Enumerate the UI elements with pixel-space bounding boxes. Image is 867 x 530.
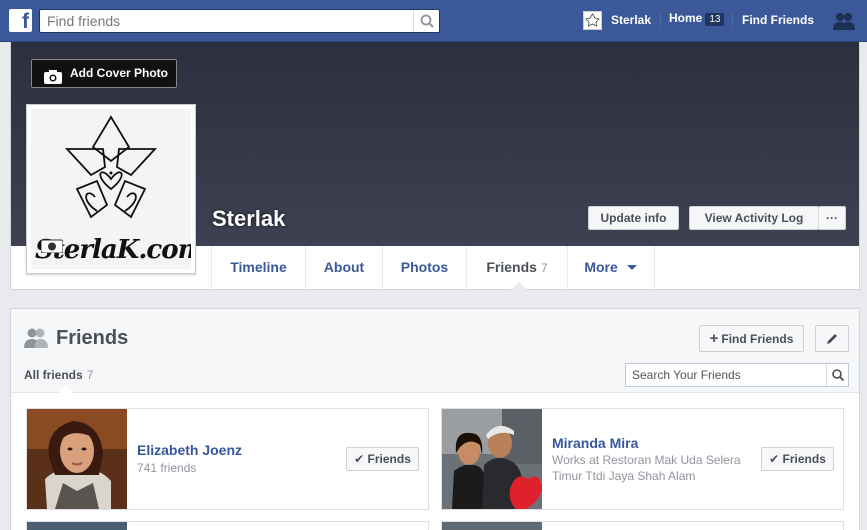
flower-logo-icon [64, 115, 158, 219]
nav-home-label: Home [669, 11, 703, 25]
all-friends-indicator [59, 386, 73, 393]
facebook-logo-icon[interactable]: f [9, 9, 32, 32]
nav-profile-link[interactable]: Sterlak [611, 13, 651, 27]
search-box [39, 9, 440, 33]
tab-friends-count: 7 [540, 261, 548, 275]
checkmark-icon: ✔ [354, 452, 365, 466]
tab-more[interactable]: More [567, 246, 655, 290]
friends-status-label: Friends [782, 452, 826, 466]
friends-icon [23, 327, 49, 354]
nav-separator [660, 12, 661, 30]
all-friends-tab[interactable]: All friends 7 [24, 368, 93, 382]
friend-card [441, 521, 844, 530]
friend-workplace: Works at Restoran Mak Uda Selera Timur T… [552, 452, 741, 484]
profile-picture-image: SterlaK.com [31, 109, 191, 269]
profile-name[interactable]: Sterlak [212, 206, 285, 232]
friend-photo[interactable] [27, 409, 127, 509]
search-friends-input[interactable] [626, 364, 822, 386]
camera-icon [44, 67, 62, 94]
pencil-icon [825, 334, 839, 349]
find-friends-button[interactable]: + Find Friends [699, 325, 804, 352]
camera-icon[interactable] [40, 237, 64, 258]
update-info-button[interactable]: Update info [588, 206, 679, 230]
friend-photo[interactable] [442, 409, 542, 509]
add-cover-photo-button[interactable]: Add Cover Photo [31, 59, 177, 88]
friend-requests-icon[interactable] [832, 11, 856, 36]
search-friends-box [625, 363, 849, 387]
tab-photos[interactable]: Photos [382, 246, 466, 290]
view-activity-log-button[interactable]: View Activity Log [689, 206, 819, 230]
friend-card [26, 521, 429, 530]
friend-name[interactable]: Miranda Mira [552, 435, 638, 451]
top-navigation-bar: f Sterlak Home13 Find Friends [0, 0, 867, 42]
nav-avatar[interactable] [583, 11, 602, 30]
friend-photo[interactable] [442, 522, 542, 530]
friends-section-title: Friends [56, 327, 129, 349]
friends-status-button[interactable]: ✔ Friends [761, 447, 834, 471]
friend-photo[interactable] [27, 522, 127, 530]
friend-workplace-line2: Timur Ttdi Jaya Shah Alam [552, 469, 696, 483]
all-friends-label: All friends [24, 368, 83, 382]
friend-name[interactable]: Elizabeth Joenz [137, 442, 242, 458]
add-cover-photo-label: Add Cover Photo [70, 66, 168, 80]
friends-status-label: Friends [367, 452, 411, 466]
tab-more-label: More [584, 259, 618, 275]
search-icon[interactable] [826, 364, 848, 386]
friend-card: Miranda Mira Works at Restoran Mak Uda S… [441, 408, 844, 510]
tab-about[interactable]: About [305, 246, 382, 290]
tab-friends-label: Friends [486, 259, 537, 275]
friends-status-button[interactable]: ✔ Friends [346, 447, 419, 471]
friend-count[interactable]: 741 friends [137, 460, 196, 476]
profile-picture[interactable]: SterlaK.com [26, 104, 196, 274]
plus-icon: + [709, 330, 719, 347]
nav-find-friends-link[interactable]: Find Friends [742, 13, 814, 27]
friends-header: Friends + Find Friends All friends 7 [11, 309, 859, 393]
active-tab-indicator [511, 282, 527, 290]
tab-timeline[interactable]: Timeline [211, 246, 305, 290]
nav-home-link[interactable]: Home 13 [669, 11, 725, 26]
search-icon[interactable] [413, 10, 439, 32]
search-input[interactable] [40, 10, 410, 32]
friend-workplace-line1: Works at Restoran Mak Uda Selera [552, 453, 741, 467]
nav-separator [732, 12, 733, 30]
edit-friends-button[interactable] [815, 325, 849, 352]
friend-card: Elizabeth Joenz 741 friends ✔ Friends [26, 408, 429, 510]
home-notification-badge: 13 [705, 13, 725, 26]
find-friends-button-label: Find Friends [721, 332, 794, 346]
profile-header: Add Cover Photo Sterlak Update info View… [10, 42, 860, 290]
chevron-down-icon [622, 259, 638, 275]
more-options-button[interactable]: ··· [818, 206, 846, 230]
all-friends-count: 7 [86, 368, 94, 382]
checkmark-icon: ✔ [769, 452, 780, 466]
friends-section: Friends + Find Friends All friends 7 Sea… [10, 308, 860, 530]
